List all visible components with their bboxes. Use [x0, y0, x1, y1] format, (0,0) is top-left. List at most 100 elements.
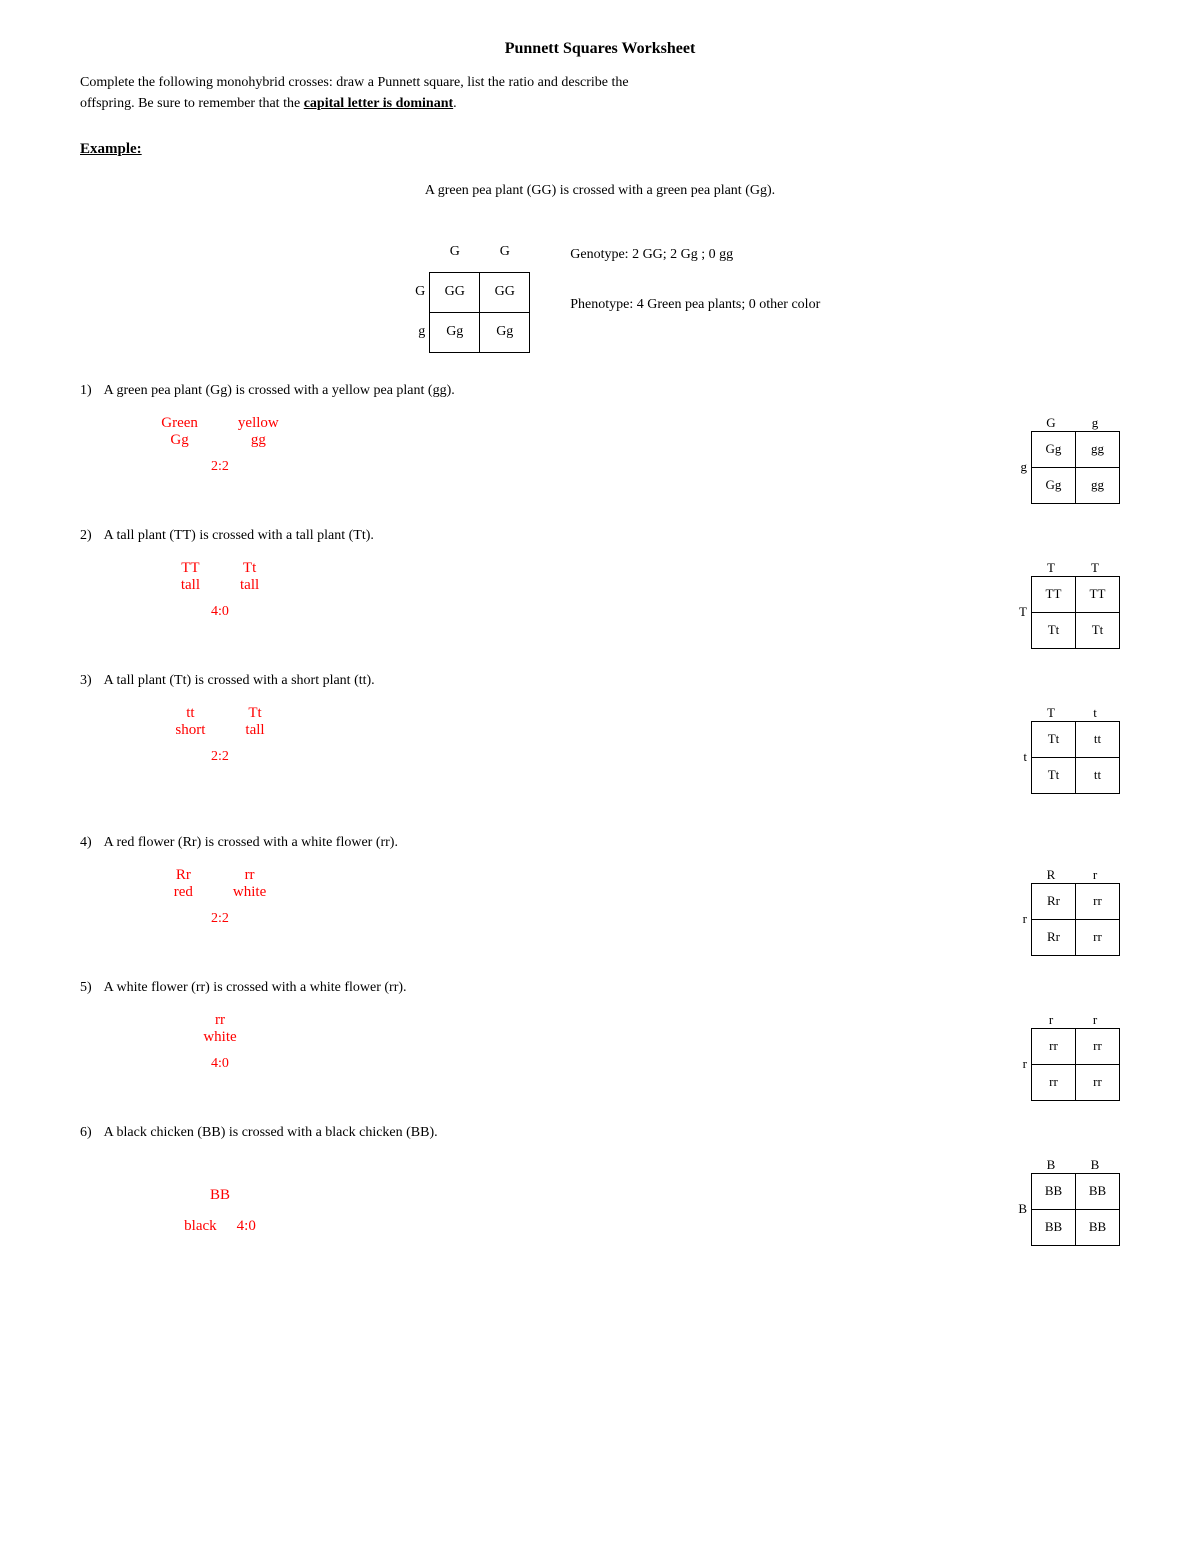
q3-row-h1: t — [1011, 749, 1031, 765]
q6-punnett-table: BB BB BB BB — [1031, 1173, 1120, 1246]
example-cell-gg4: Gg — [480, 312, 530, 352]
q1-ratio: 2:2 — [211, 459, 229, 475]
q3-ratio: 2:2 — [211, 749, 229, 765]
q2-cell-01: TT — [1076, 576, 1120, 612]
q2-genotype2: Tt — [240, 560, 259, 577]
example-section: G G G GG GG g Gg Gg Genotype: 2 GG; 2 Gg… — [80, 232, 1120, 353]
q6-punnett-wrapper: B B B BB BB BB BB — [1011, 1157, 1120, 1246]
q2-cell-00: TT — [1032, 576, 1076, 612]
q2-row-h1: T — [1011, 604, 1031, 620]
q5-phenotype1: white — [203, 1029, 236, 1046]
q3-punnett-table: Tt tt Tt tt — [1031, 721, 1120, 794]
q6-cell-10: BB — [1032, 1209, 1076, 1245]
q6-col-h1: B — [1029, 1157, 1073, 1173]
q5-ratio-area: rr white 4:0 — [120, 1012, 320, 1072]
q1-phenotype2: yellow — [238, 415, 279, 432]
q3-punnett-wrapper: T t t Tt tt Tt tt — [1011, 705, 1120, 794]
q2-num: 2) — [80, 528, 92, 544]
q4-cell-11: rr — [1076, 919, 1120, 955]
q1-cell-00: Gg — [1032, 431, 1076, 467]
example-label: Example: — [80, 141, 1120, 158]
q6-phenotype1: black — [184, 1218, 216, 1235]
q6-cell-11: BB — [1076, 1209, 1120, 1245]
q5-cell-10: rr — [1032, 1064, 1076, 1100]
question-1-section: 1) A green pea plant (Gg) is crossed wit… — [80, 383, 1120, 504]
q4-cell-01: rr — [1076, 883, 1120, 919]
q5-num: 5) — [80, 980, 92, 996]
q1-cell-01: gg — [1076, 431, 1120, 467]
q5-row-h1: r — [1011, 1056, 1031, 1072]
intro-bold: capital letter is dominant — [304, 96, 453, 111]
intro-line2: offspring. Be sure to remember that the — [80, 96, 304, 111]
q1-col-h2: g — [1073, 415, 1117, 431]
q4-punnett-table: Rr rr Rr rr — [1031, 883, 1120, 956]
q1-genotype1: Gg — [161, 432, 198, 449]
example-genotype-phenotype: Genotype: 2 GG; 2 Gg ; 0 gg Phenotype: 4… — [570, 232, 820, 318]
q3-cell-11: tt — [1076, 757, 1120, 793]
q3-cell-01: tt — [1076, 721, 1120, 757]
q4-ratio: 2:2 — [211, 911, 229, 927]
q4-genotype2: rr — [233, 867, 266, 884]
example-cell-gg2: GG — [480, 272, 530, 312]
q4-phenotype2: white — [233, 884, 266, 901]
q2-cell-11: Tt — [1076, 612, 1120, 648]
q1-text: A green pea plant (Gg) is crossed with a… — [104, 383, 455, 399]
q4-cell-00: Rr — [1032, 883, 1076, 919]
q4-genotype1: Rr — [174, 867, 193, 884]
q5-cell-00: rr — [1032, 1028, 1076, 1064]
q5-punnett-wrapper: r r r rr rr rr rr — [1011, 1012, 1120, 1101]
q3-col-h1: T — [1029, 705, 1073, 721]
q5-punnett-table: rr rr rr rr — [1031, 1028, 1120, 1101]
intro-text: Complete the following monohybrid crosse… — [80, 72, 1120, 114]
q4-punnett-wrapper: R r r Rr rr Rr rr — [1011, 867, 1120, 956]
q5-ratio: 4:0 — [211, 1056, 229, 1072]
q4-text: A red flower (Rr) is crossed with a whit… — [104, 835, 398, 851]
q6-col-h2: B — [1073, 1157, 1117, 1173]
q6-text: A black chicken (BB) is crossed with a b… — [104, 1125, 438, 1141]
example-cell-gg1: GG — [430, 272, 480, 312]
question-5-section: 5) A white flower (rr) is crossed with a… — [80, 980, 1120, 1101]
q4-col-h2: r — [1073, 867, 1117, 883]
q1-cell-10: Gg — [1032, 467, 1076, 503]
q1-col-h1: G — [1029, 415, 1073, 431]
q3-col-h2: t — [1073, 705, 1117, 721]
q2-col-h1: T — [1029, 560, 1073, 576]
q6-genotype1: BB — [210, 1187, 230, 1204]
q5-col-h2: r — [1073, 1012, 1117, 1028]
q5-col-h1: r — [1029, 1012, 1073, 1028]
q3-cell-00: Tt — [1032, 721, 1076, 757]
q2-col-h2: T — [1073, 560, 1117, 576]
q1-cell-11: gg — [1076, 467, 1120, 503]
q6-ratio-area: BB black 4:0 — [120, 1187, 320, 1235]
q5-text: A white flower (rr) is crossed with a wh… — [104, 980, 407, 996]
q3-genotype1: tt — [175, 705, 205, 722]
question-2-section: 2) A tall plant (TT) is crossed with a t… — [80, 528, 1120, 649]
q3-cell-10: Tt — [1032, 757, 1076, 793]
q2-ratio: 4:0 — [211, 604, 229, 620]
page-title: Punnett Squares Worksheet — [80, 40, 1120, 58]
q2-ratio-area: TT tall Tt tall 4:0 — [120, 560, 320, 620]
q4-row-h1: r — [1011, 911, 1031, 927]
q1-punnett-table: Gg gg Gg gg — [1031, 431, 1120, 504]
q4-num: 4) — [80, 835, 92, 851]
example-phenotype: Phenotype: 4 Green pea plants; 0 other c… — [570, 292, 820, 317]
intro-line1: Complete the following monohybrid crosse… — [80, 75, 629, 90]
q5-genotype1: rr — [203, 1012, 236, 1029]
q1-phenotype1: Green — [161, 415, 198, 432]
q2-punnett-table: TT TT Tt Tt — [1031, 576, 1120, 649]
q4-ratio-area: Rr red rr white 2:2 — [120, 867, 320, 927]
q5-cell-01: rr — [1076, 1028, 1120, 1064]
q3-genotype2: Tt — [245, 705, 264, 722]
example-punnett-table: G G G GG GG g Gg Gg — [380, 232, 531, 353]
q6-ratio: 4:0 — [237, 1218, 256, 1235]
q5-cell-11: rr — [1076, 1064, 1120, 1100]
q3-phenotype2: tall — [245, 722, 264, 739]
q4-cell-10: Rr — [1032, 919, 1076, 955]
q2-text: A tall plant (TT) is crossed with a tall… — [104, 528, 374, 544]
example-punnett-wrapper: G G G GG GG g Gg Gg — [380, 232, 531, 353]
example-genotype: Genotype: 2 GG; 2 Gg ; 0 gg — [570, 242, 820, 267]
q1-num: 1) — [80, 383, 92, 399]
q6-cell-00: BB — [1032, 1173, 1076, 1209]
q2-phenotype2: tall — [240, 577, 259, 594]
q3-text: A tall plant (Tt) is crossed with a shor… — [104, 673, 375, 689]
